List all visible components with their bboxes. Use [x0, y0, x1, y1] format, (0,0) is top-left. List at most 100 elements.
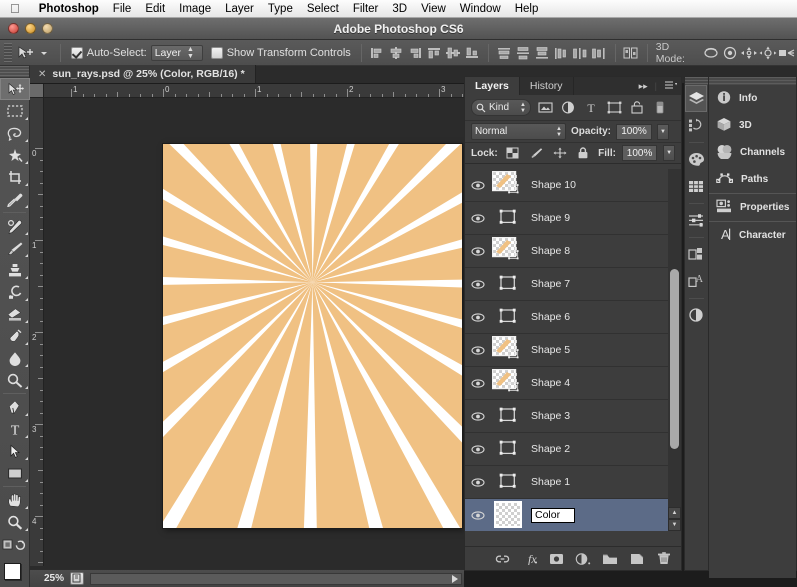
layer-thumbnail-cell[interactable]: [491, 466, 527, 499]
menu-item-view[interactable]: View: [414, 0, 453, 18]
close-window-button[interactable]: [8, 23, 19, 34]
layers-scrollbar[interactable]: ▲ ▼: [668, 169, 681, 531]
fill-stepper[interactable]: ▼: [663, 145, 676, 161]
layer-thumbnail-cell[interactable]: [491, 235, 527, 268]
dock-panel-info[interactable]: Info: [709, 85, 796, 112]
menu-item-help[interactable]: Help: [508, 0, 546, 18]
vertical-ruler[interactable]: 0123456: [30, 98, 44, 566]
align-top-edges-icon[interactable]: [425, 43, 444, 63]
layer-thumbnail-cell[interactable]: [491, 268, 527, 301]
layer-visibility-toggle[interactable]: [465, 334, 491, 367]
tab-layers[interactable]: Layers: [465, 77, 520, 95]
layer-visibility-toggle[interactable]: [465, 499, 491, 532]
eyedropper-tool-icon[interactable]: [0, 188, 30, 210]
scroll-down-button[interactable]: ▼: [668, 519, 681, 531]
move-tool-icon[interactable]: [0, 78, 30, 100]
gradient-tool-icon[interactable]: [0, 325, 30, 347]
rectangle-tool-icon[interactable]: [0, 462, 30, 484]
link-layers-icon[interactable]: [493, 550, 511, 568]
lock-position-icon[interactable]: [551, 144, 569, 162]
layer-row[interactable]: Shape 4: [465, 367, 681, 400]
document-status-field[interactable]: [90, 572, 462, 585]
menu-item-3d[interactable]: 3D: [385, 0, 414, 18]
layer-row[interactable]: Shape 8: [465, 235, 681, 268]
foreground-color-swatch[interactable]: [4, 563, 21, 580]
layer-row[interactable]: Shape 9: [465, 202, 681, 235]
filter-pixel-layers-icon[interactable]: [536, 99, 554, 117]
layer-thumbnail[interactable]: [492, 336, 526, 364]
delete-layer-icon[interactable]: [655, 550, 673, 568]
menu-item-image[interactable]: Image: [172, 0, 218, 18]
distribute-horizontal-centers-icon[interactable]: [571, 43, 590, 63]
vector-mask-thumbnail[interactable]: [498, 439, 520, 459]
layer-thumbnail[interactable]: [492, 237, 526, 265]
document-tab[interactable]: ✕ sun_rays.psd @ 25% (Color, RGB/16) *: [30, 65, 256, 83]
scroll-up-button[interactable]: ▲: [668, 507, 681, 519]
layer-row[interactable]: Shape 1: [465, 466, 681, 499]
minimize-window-button[interactable]: [25, 23, 36, 34]
vector-mask-thumbnail[interactable]: [498, 406, 520, 426]
quick-selection-tool-icon[interactable]: [0, 144, 30, 166]
layer-row[interactable]: Shape 7: [465, 268, 681, 301]
adjustments-panel-icon[interactable]: [685, 207, 707, 234]
layer-comps-panel-icon[interactable]: [685, 241, 707, 268]
eraser-tool-icon[interactable]: [0, 303, 30, 325]
distribute-top-icon[interactable]: [495, 43, 514, 63]
rotate-3d-icon[interactable]: [701, 43, 720, 63]
distribute-bottom-icon[interactable]: [533, 43, 552, 63]
layer-row[interactable]: Shape 6: [465, 301, 681, 334]
history-panel-icon[interactable]: [685, 112, 707, 139]
add-layer-style-icon[interactable]: fx: [520, 550, 538, 568]
layer-filter-kind-select[interactable]: Kind ▲ ▼: [471, 99, 531, 116]
horizontal-type-tool-icon[interactable]: T: [0, 418, 30, 440]
layer-thumbnail-cell[interactable]: [491, 400, 527, 433]
filter-smart-objects-icon[interactable]: [628, 99, 646, 117]
vector-mask-thumbnail[interactable]: [498, 208, 520, 228]
tab-history[interactable]: History: [520, 77, 574, 95]
layer-visibility-toggle[interactable]: [465, 433, 491, 466]
path-selection-tool-icon[interactable]: [0, 440, 30, 462]
ruler-origin-corner[interactable]: [30, 84, 44, 98]
layer-visibility-toggle[interactable]: [465, 466, 491, 499]
new-group-icon[interactable]: [601, 550, 619, 568]
add-layer-mask-icon[interactable]: [547, 550, 565, 568]
layers-scrollbar-thumb[interactable]: [670, 269, 679, 449]
menu-item-window[interactable]: Window: [453, 0, 508, 18]
dock-panel-character[interactable]: A Character: [709, 222, 796, 249]
dock-panel-channels[interactable]: Channels: [709, 139, 796, 166]
align-vertical-centers-icon[interactable]: [444, 43, 463, 63]
menu-item-filter[interactable]: Filter: [346, 0, 386, 18]
filter-toggle-icon[interactable]: [651, 99, 669, 117]
opacity-value[interactable]: 100%: [616, 123, 653, 140]
new-adjustment-layer-icon[interactable]: [574, 550, 592, 568]
align-left-edges-icon[interactable]: [368, 43, 387, 63]
brush-tool-icon[interactable]: [0, 237, 30, 259]
collapse-to-icons-icon[interactable]: ▸▸: [639, 81, 648, 92]
show-transform-checkbox[interactable]: [210, 46, 223, 59]
horizontal-ruler[interactable]: 101234: [30, 84, 464, 98]
tools-palette-grip[interactable]: [0, 66, 29, 78]
pen-tool-icon[interactable]: [0, 396, 30, 418]
fill-value[interactable]: 100%: [621, 145, 658, 161]
color-panel-icon[interactable]: [685, 146, 707, 173]
layers-list[interactable]: Shape 10 Shape 9 Shape 8 Shape 7 Shape 6…: [465, 169, 681, 531]
lock-image-pixels-icon[interactable]: [527, 144, 545, 162]
panel-menu-icon[interactable]: [664, 80, 678, 92]
layer-thumbnail[interactable]: [492, 369, 526, 397]
layers-panel-icon[interactable]: [685, 85, 707, 112]
swatches-panel-icon[interactable]: [685, 173, 707, 200]
layer-thumbnail-cell[interactable]: [491, 433, 527, 466]
filter-adjustment-layers-icon[interactable]: [559, 99, 577, 117]
auto-select-checkbox[interactable]: [70, 46, 83, 59]
layer-row[interactable]: Shape 5: [465, 334, 681, 367]
auto-select-scope-select[interactable]: Layer ▲ ▼: [150, 44, 203, 61]
layer-visibility-toggle[interactable]: [465, 400, 491, 433]
menu-item-photoshop[interactable]: Photoshop: [32, 0, 106, 18]
crop-tool-icon[interactable]: [0, 166, 30, 188]
auto-align-layers-icon[interactable]: [622, 43, 641, 63]
edit-in-quick-mask-icon[interactable]: [0, 533, 30, 555]
mask-panel-icon[interactable]: [685, 302, 707, 329]
zoom-tool-icon[interactable]: [0, 511, 30, 533]
layer-name-input[interactable]: [531, 507, 575, 523]
layer-thumbnail-cell[interactable]: [491, 334, 527, 367]
